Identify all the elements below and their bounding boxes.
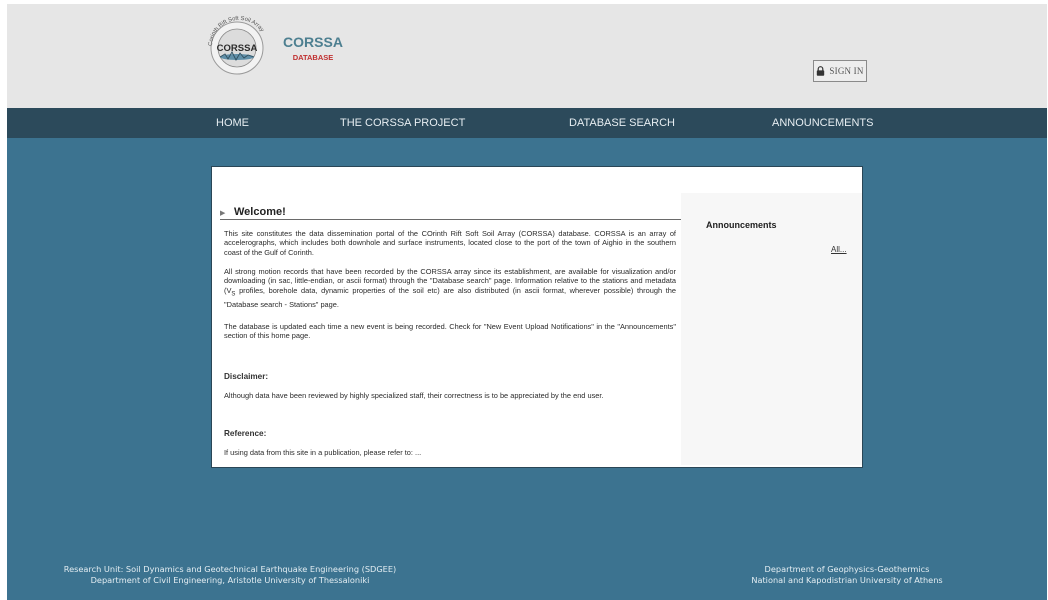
content-card: ▶ Welcome! This site constitutes the dat… — [211, 166, 863, 468]
logo-badge-text: CORSSA — [217, 43, 258, 54]
disclaimer-text: Although data have been reviewed by high… — [224, 391, 604, 400]
records-text-2: profiles, borehole data, dynamic propert… — [224, 285, 676, 309]
footer-left-line-1: Research Unit: Soil Dynamics and Geotech… — [63, 564, 397, 574]
sign-in-label: SIGN IN — [829, 66, 864, 76]
footer-right: Department of Geophysics-Geothermics Nat… — [729, 564, 965, 586]
sign-in-button[interactable]: SIGN IN — [813, 60, 867, 82]
reference-text: If using data from this site in a public… — [224, 448, 422, 457]
main-nav: HOME THE CORSSA PROJECT DATABASE SEARCH … — [7, 108, 1047, 138]
announcements-title: Announcements — [706, 220, 777, 230]
welcome-header: ▶ Welcome! — [220, 206, 681, 220]
footer-right-line-1: Department of Geophysics-Geothermics — [764, 564, 930, 574]
footer-left: Research Unit: Soil Dynamics and Geotech… — [38, 564, 422, 586]
logo-subtitle: DATABASE — [293, 53, 334, 62]
nav-home[interactable]: HOME — [216, 108, 249, 138]
corssa-logo-graphic: Corinth Rift Soft Soil Array CORSSA CORS… — [208, 16, 343, 75]
main-content: ▶ Welcome! This site constitutes the dat… — [220, 193, 681, 465]
page: Corinth Rift Soft Soil Array CORSSA CORS… — [7, 4, 1047, 600]
records-paragraph: All strong motion records that have been… — [224, 267, 676, 309]
logo-title: CORSSA — [283, 34, 343, 50]
corssa-logo[interactable]: Corinth Rift Soft Soil Array CORSSA CORS… — [199, 6, 349, 84]
nav-database-search[interactable]: DATABASE SEARCH — [569, 108, 675, 138]
padlock-icon — [817, 66, 825, 76]
announcements-all-link[interactable]: All... — [831, 245, 847, 254]
expand-arrow-icon: ▶ — [220, 210, 226, 217]
footer-left-line-2: Department of Civil Engineering, Aristot… — [90, 575, 370, 585]
announcements-sidebar: Announcements All... — [681, 193, 862, 465]
update-paragraph: The database is updated each time a new … — [224, 322, 676, 341]
reference-heading: Reference: — [224, 429, 267, 438]
nav-announcements[interactable]: ANNOUNCEMENTS — [772, 108, 873, 138]
nav-the-corssa-project[interactable]: THE CORSSA PROJECT — [340, 108, 465, 138]
disclaimer-heading: Disclaimer: — [224, 372, 269, 381]
welcome-title: Welcome! — [234, 206, 286, 218]
intro-paragraph: This site constitutes the data dissemina… — [224, 229, 676, 257]
footer-right-line-2: National and Kapodistrian University of … — [751, 575, 943, 585]
site-header: Corinth Rift Soft Soil Array CORSSA CORS… — [7, 4, 1047, 108]
